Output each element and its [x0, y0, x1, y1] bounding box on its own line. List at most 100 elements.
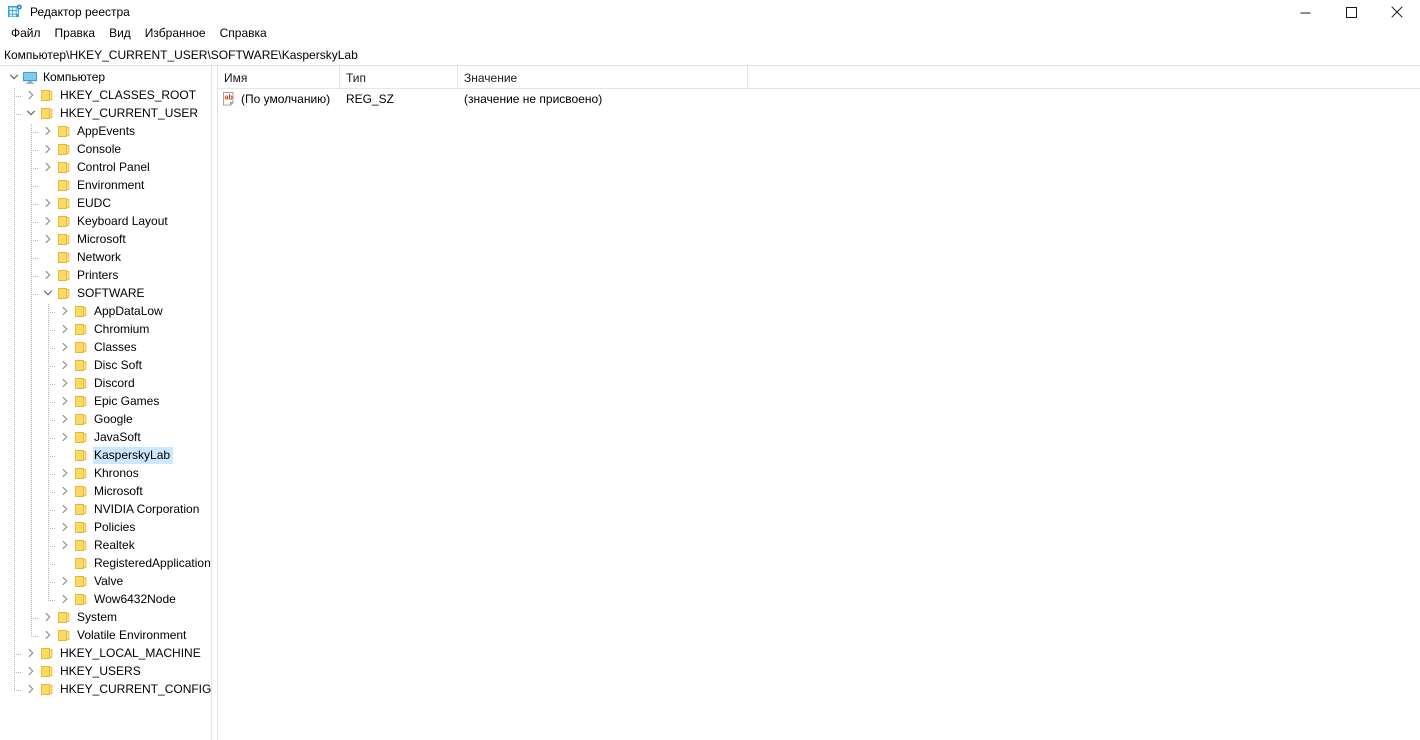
folder-icon [39, 87, 55, 103]
chevron-right-icon[interactable] [23, 644, 39, 662]
window-title: Редактор реестра [30, 5, 130, 19]
chevron-right-icon[interactable] [57, 500, 73, 518]
tree-guide-stub [48, 528, 56, 529]
tree-node-hkey-users[interactable]: HKEY_USERS [0, 662, 211, 680]
folder-icon [73, 339, 89, 355]
tree-guide-stub [48, 546, 56, 547]
folder-icon [73, 303, 89, 319]
chevron-right-icon[interactable] [23, 86, 39, 104]
tree-node-label: Khronos [94, 465, 139, 480]
tree-node-label: HKEY_CURRENT_CONFIG [60, 681, 212, 696]
chevron-down-icon[interactable] [40, 284, 56, 302]
maximize-button[interactable] [1328, 0, 1374, 24]
chevron-right-icon[interactable] [40, 212, 56, 230]
column-header-value[interactable]: Значение [458, 66, 748, 89]
chevron-right-icon[interactable] [40, 608, 56, 626]
registry-tree-pane[interactable]: Компьютер HKEY_CLASSES_ROOT HKEY_CURRENT_U… [0, 66, 212, 740]
folder-icon [73, 465, 89, 481]
folder-icon [39, 663, 55, 679]
folder-icon [73, 375, 89, 391]
tree-guide-stub [14, 654, 22, 655]
chevron-right-icon[interactable] [57, 482, 73, 500]
chevron-right-icon[interactable] [23, 680, 39, 698]
tree-guide-stub [48, 402, 56, 403]
tree-node-label: KasperskyLab [93, 446, 174, 464]
folder-icon [56, 249, 72, 265]
values-list-row[interactable]: ab (По умолчанию) REG_SZ (значение не присв… [218, 89, 1420, 109]
folder-icon [56, 213, 72, 229]
chevron-right-icon[interactable] [57, 464, 73, 482]
column-header-type[interactable]: Тип [340, 66, 458, 89]
tree-node-label: Classes [94, 339, 137, 354]
menu-item-help[interactable]: Справка [213, 24, 274, 44]
chevron-right-icon[interactable] [57, 410, 73, 428]
chevron-right-icon[interactable] [57, 572, 73, 590]
tree-guide-stub [31, 132, 39, 133]
folder-icon [73, 519, 89, 535]
tree-guide-stub [48, 384, 56, 385]
column-header-name[interactable]: Имя [218, 66, 340, 89]
chevron-right-icon[interactable] [57, 536, 73, 554]
folder-icon [56, 267, 72, 283]
chevron-right-icon[interactable] [40, 140, 56, 158]
chevron-right-icon[interactable] [40, 158, 56, 176]
window-controls [1282, 0, 1420, 24]
folder-icon [73, 321, 89, 337]
folder-icon [56, 123, 72, 139]
chevron-down-icon[interactable] [6, 68, 22, 86]
folder-icon [56, 195, 72, 211]
values-list-header: Имя Тип Значение [218, 66, 1420, 89]
minimize-button[interactable] [1282, 0, 1328, 24]
chevron-right-icon[interactable] [57, 590, 73, 608]
tree-guide-stub [48, 600, 56, 601]
tree-guide-stub [31, 636, 39, 637]
tree-node-spacer [40, 248, 56, 266]
chevron-right-icon[interactable] [57, 320, 73, 338]
tree-node-label: NVIDIA Corporation [94, 501, 200, 516]
tree-node-hkey-current-config[interactable]: HKEY_CURRENT_CONFIG [0, 680, 211, 698]
menu-bar: Файл Правка Вид Избранное Справка [0, 24, 1420, 44]
chevron-right-icon[interactable] [57, 392, 73, 410]
menu-item-file[interactable]: Файл [4, 24, 48, 44]
values-list-pane[interactable]: Имя Тип Значение ab (По умолчанию) REG_SZ (… [218, 66, 1420, 740]
menu-item-edit[interactable]: Правка [48, 24, 103, 44]
folder-icon [56, 141, 72, 157]
chevron-right-icon[interactable] [40, 122, 56, 140]
chevron-right-icon[interactable] [23, 662, 39, 680]
folder-icon [56, 231, 72, 247]
tree-node-hkey-current-user[interactable]: HKEY_CURRENT_USER [0, 104, 211, 122]
chevron-right-icon[interactable] [40, 626, 56, 644]
close-button[interactable] [1374, 0, 1420, 24]
tree-guide-stub [48, 348, 56, 349]
tree-node-hkey-classes-root[interactable]: HKEY_CLASSES_ROOT [0, 86, 211, 104]
chevron-right-icon[interactable] [40, 230, 56, 248]
tree-node-label: AppEvents [77, 123, 136, 138]
chevron-down-icon[interactable] [23, 104, 39, 122]
folder-icon [73, 411, 89, 427]
tree-guide-stub [48, 492, 56, 493]
chevron-right-icon[interactable] [57, 518, 73, 536]
registry-editor-icon [7, 4, 23, 20]
tree-node-label: Wow6432Node [94, 591, 176, 606]
tree-node-label: HKEY_USERS [60, 663, 141, 678]
chevron-right-icon[interactable] [57, 338, 73, 356]
tree-guide-stub [14, 690, 22, 691]
chevron-right-icon[interactable] [57, 428, 73, 446]
folder-icon [73, 555, 89, 571]
chevron-right-icon[interactable] [57, 374, 73, 392]
tree-node-[interactable]: Компьютер [0, 68, 211, 86]
tree-node-hkey-local-machine[interactable]: HKEY_LOCAL_MACHINE [0, 644, 211, 662]
menu-item-favorites[interactable]: Избранное [138, 24, 213, 44]
chevron-right-icon[interactable] [57, 302, 73, 320]
address-bar[interactable]: Компьютер\HKEY_CURRENT_USER\SOFTWARE\Kas… [0, 44, 1420, 66]
chevron-right-icon[interactable] [40, 266, 56, 284]
folder-icon [73, 393, 89, 409]
tree-guide-stub [31, 240, 39, 241]
tree-guide-stub [14, 114, 22, 115]
tree-guide-line [31, 124, 32, 637]
registry-tree: Компьютер HKEY_CLASSES_ROOT HKEY_CURRENT_U… [0, 68, 211, 698]
menu-item-view[interactable]: Вид [102, 24, 138, 44]
svg-text:ab: ab [225, 94, 233, 101]
chevron-right-icon[interactable] [57, 356, 73, 374]
chevron-right-icon[interactable] [40, 194, 56, 212]
